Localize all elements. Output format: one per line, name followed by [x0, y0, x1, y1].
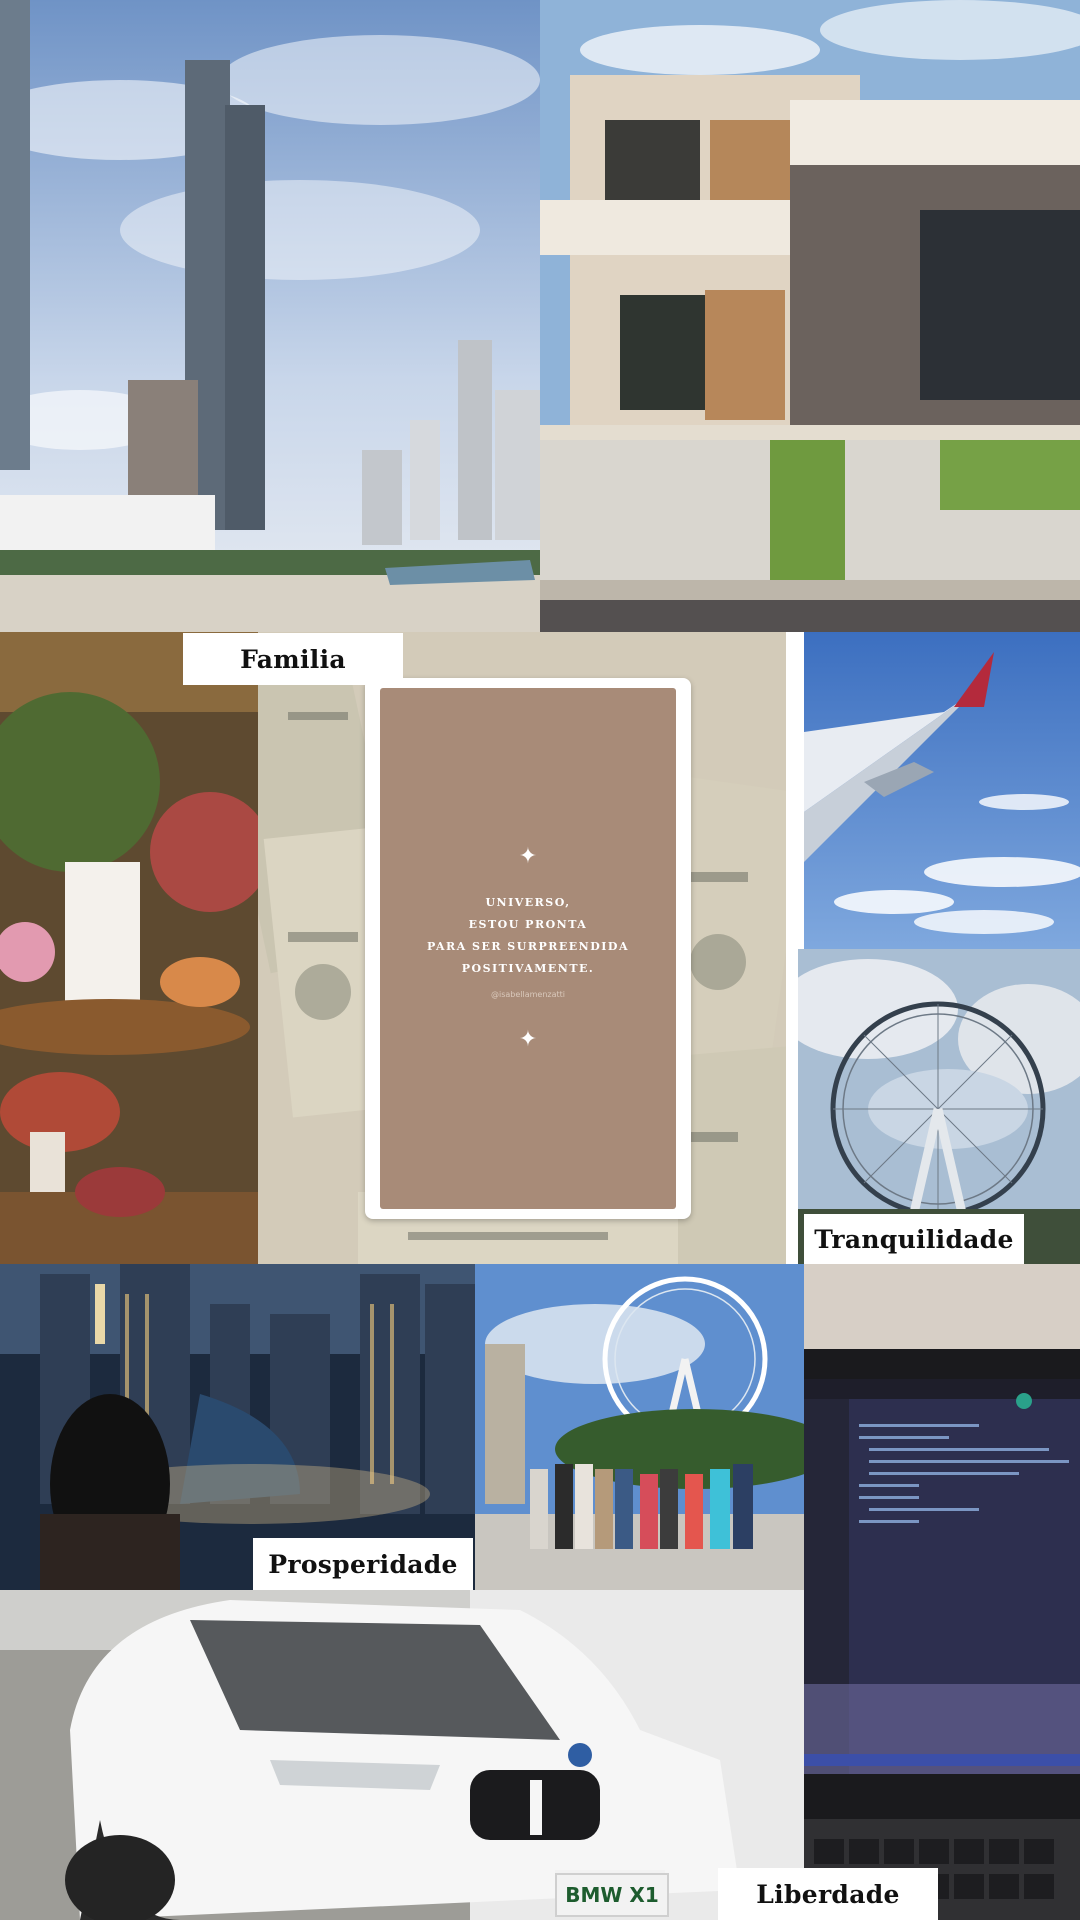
airplane-wing-photo: [804, 632, 1080, 949]
label-liberdade: Liberdade: [718, 1868, 938, 1920]
white-suv-photo: BMW X1: [0, 1590, 804, 1920]
quote-line-1: UNIVERSO,: [485, 896, 571, 909]
label-tranquilidade: Tranquilidade: [804, 1214, 1024, 1264]
label-familia: Familia: [183, 633, 403, 685]
sparkle-icon: ✦: [518, 1027, 538, 1052]
family-group-photo: [475, 1264, 804, 1590]
quote-line-3: PARA SER SURPREENDIDA: [427, 940, 629, 953]
quote-line-2: ESTOU PRONTA: [468, 918, 588, 931]
quote-card: ✦ UNIVERSO, ESTOU PRONTA PARA SER SURPRE…: [365, 678, 691, 1219]
laptop-code-photo: [804, 1264, 1080, 1920]
quote-handle: @isabellamenzatti: [490, 990, 566, 999]
sparkle-icon: ✦: [518, 844, 538, 869]
modern-house-photo: [540, 0, 1080, 632]
city-skyline-photo: [0, 0, 540, 632]
quote-panel: ✦ UNIVERSO, ESTOU PRONTA PARA SER SURPRE…: [380, 688, 676, 1209]
wedding-cake-photo: [0, 632, 258, 1264]
label-prosperidade: Prosperidade: [253, 1538, 473, 1590]
quote-line-4: POSITIVAMENTE.: [461, 962, 595, 975]
license-plate: BMW X1: [555, 1873, 669, 1917]
